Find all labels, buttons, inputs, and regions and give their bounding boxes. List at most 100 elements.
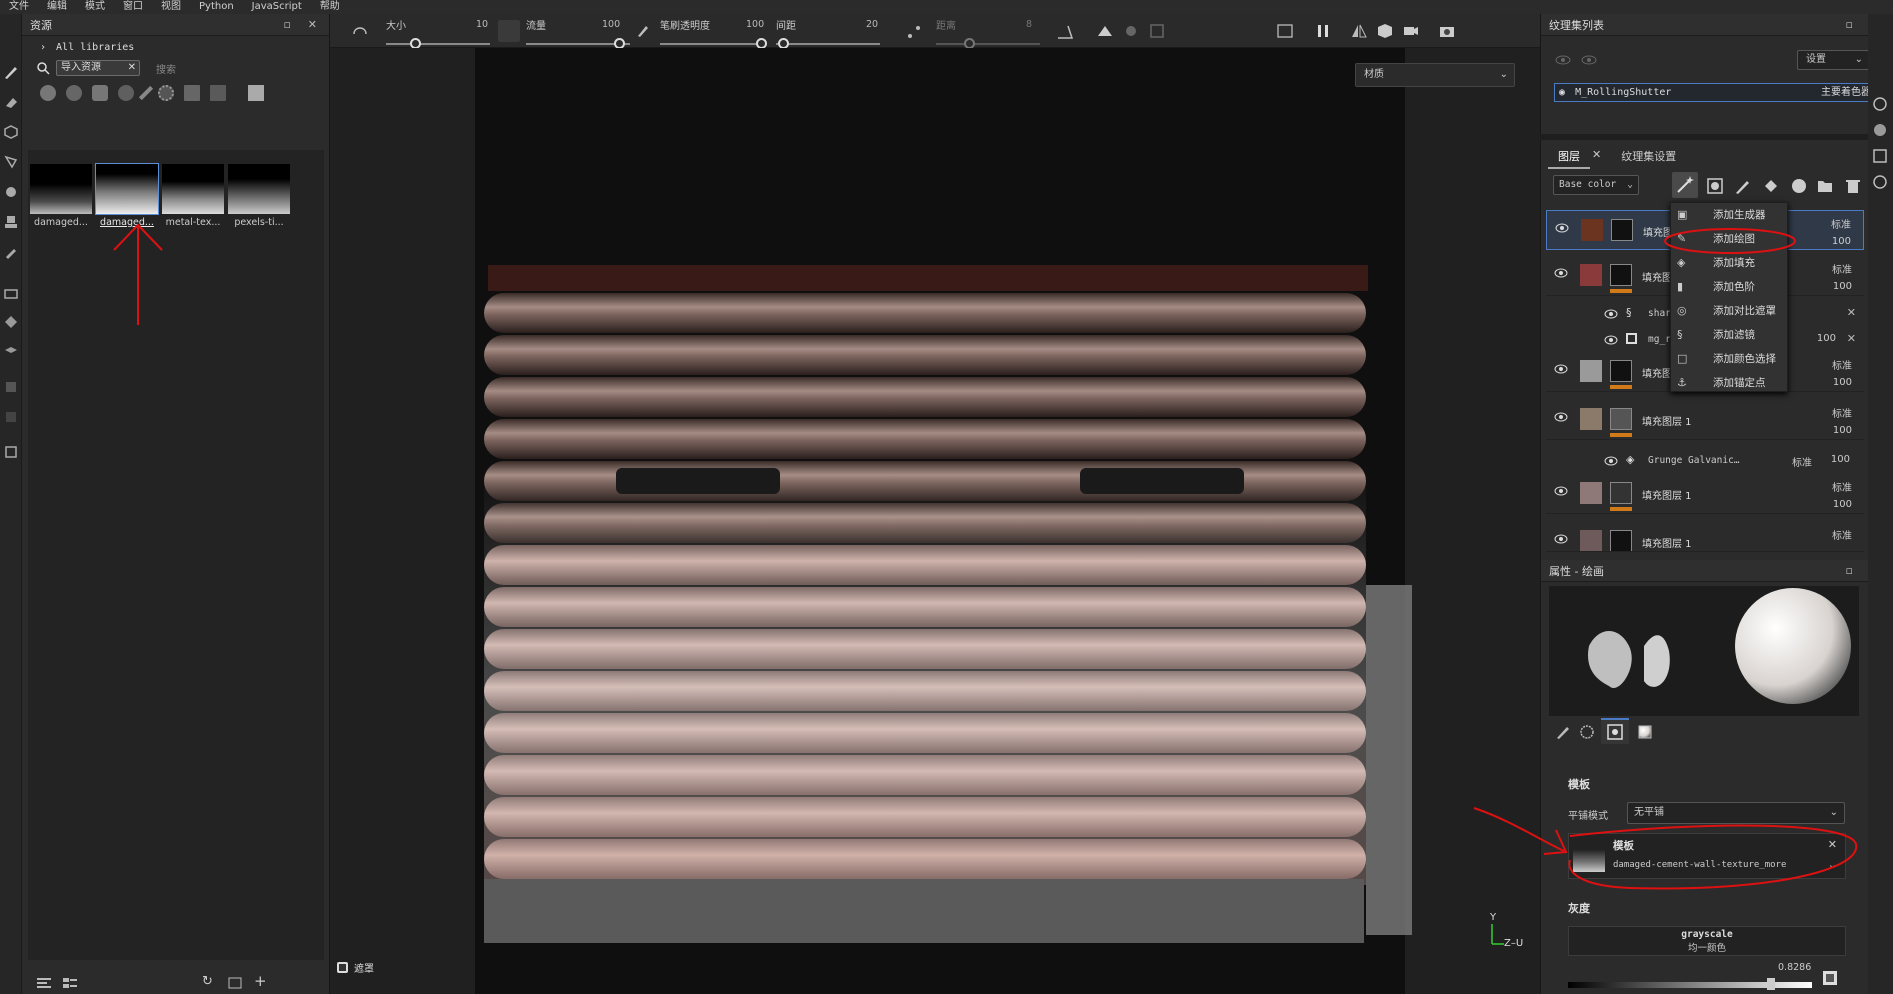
eye-icon[interactable]	[1554, 268, 1568, 278]
camera-video-icon[interactable]	[1402, 22, 1420, 40]
angle-icon[interactable]	[1056, 22, 1074, 40]
asset-thumbnail-selected[interactable]: damaged...	[95, 163, 159, 228]
layer-mask-thumbnail[interactable]	[1610, 408, 1632, 430]
polygon-fill-icon[interactable]	[3, 154, 19, 170]
shader-name[interactable]: 主要着色器	[1821, 84, 1871, 101]
search-filter-chip[interactable]: 导入资源 ✕	[56, 60, 140, 76]
screenshot-camera-icon[interactable]	[1438, 22, 1456, 40]
menu-item-add-anchor-point[interactable]: ⚓ 添加锚定点	[1671, 371, 1787, 395]
tab-layers[interactable]: 图层	[1548, 145, 1590, 169]
effect-row[interactable]: ◈ Grunge Galvanic… 标准 100	[1600, 449, 1864, 473]
symmetry-icon[interactable]	[1096, 22, 1114, 40]
material-filter-icon[interactable]	[40, 85, 56, 101]
channel-dropdown[interactable]: Base color ⌄	[1553, 175, 1639, 195]
symmetry-mirror-icon[interactable]	[1350, 22, 1368, 40]
layer-mask-thumbnail[interactable]	[1610, 530, 1632, 551]
smart-material-filter-icon[interactable]	[66, 85, 82, 101]
close-icon[interactable]: ✕	[128, 61, 136, 75]
texture-filter-icon[interactable]	[92, 85, 108, 101]
add-fill-layer-icon[interactable]	[1762, 177, 1780, 195]
eye-icon[interactable]	[1555, 223, 1569, 233]
grayscale-resource-slot[interactable]: grayscale 均一颜色	[1568, 926, 1846, 956]
size-slider[interactable]	[386, 43, 490, 45]
layer-opacity[interactable]: 100	[1833, 499, 1852, 510]
menu-item-add-compare-mask[interactable]: ◎ 添加对比遮罩	[1671, 299, 1787, 323]
close-icon[interactable]: ✕	[1847, 306, 1856, 319]
size-pen-pressure-button[interactable]	[498, 20, 520, 42]
eye-icon[interactable]	[1604, 335, 1618, 345]
paint-brush-icon[interactable]	[3, 64, 19, 80]
layer-mask-thumbnail[interactable]	[1610, 264, 1632, 286]
opacity-pen-icon[interactable]	[636, 24, 650, 38]
asset-thumbnail[interactable]: damaged...	[30, 164, 92, 228]
layer-row[interactable]: 填充图层 1 标准 100	[1546, 400, 1864, 440]
list-view-icon[interactable]	[36, 976, 52, 990]
eye-icon[interactable]	[1554, 486, 1568, 496]
layer-opacity[interactable]: 100	[1833, 281, 1852, 292]
layer-mask-thumbnail[interactable]	[1611, 219, 1633, 241]
menu-item-add-color-selection[interactable]: □ 添加颜色选择	[1671, 347, 1787, 371]
mask-toggle[interactable]: 遮罩	[337, 960, 374, 975]
settings-dropdown[interactable]: 设置 ⌄	[1797, 50, 1869, 70]
menu-item-add-levels[interactable]: ▮ 添加色阶	[1671, 275, 1787, 299]
eye-icon[interactable]	[1604, 456, 1618, 466]
layer-blend-mode[interactable]: 标准	[1832, 527, 1852, 542]
color-picker-icon[interactable]	[1822, 970, 1838, 986]
layer-blend-mode[interactable]: 标准	[1832, 261, 1852, 276]
id-picker-icon[interactable]	[3, 344, 19, 360]
menu-window[interactable]: 窗口	[114, 0, 152, 14]
flow-value[interactable]: 100	[602, 19, 620, 30]
jitter-icon[interactable]	[906, 24, 922, 40]
stroke-opacity-value[interactable]: 100	[746, 19, 764, 30]
ruler-icon[interactable]	[3, 379, 19, 395]
color-picker-icon[interactable]	[3, 244, 19, 260]
close-icon[interactable]: ✕	[1847, 332, 1856, 345]
menu-mode[interactable]: 模式	[76, 0, 114, 14]
menu-view[interactable]: 视图	[152, 0, 190, 14]
environment-filter-icon[interactable]	[210, 85, 226, 101]
asset-thumbnail[interactable]: metal-tex...	[162, 164, 224, 228]
effect-blend-mode[interactable]: 标准	[1792, 454, 1812, 469]
transform-icon[interactable]	[3, 409, 19, 425]
tab-texture-set-settings[interactable]: 纹理集设置	[1611, 145, 1686, 169]
detail-view-icon[interactable]	[62, 976, 78, 990]
new-folder-icon[interactable]	[228, 976, 242, 990]
stroke-opacity-slider[interactable]	[660, 43, 766, 45]
layer-blend-mode[interactable]: 标准	[1831, 216, 1851, 231]
search-input[interactable]: 搜索	[156, 61, 176, 76]
layer-opacity[interactable]: 100	[1833, 425, 1852, 436]
grid-view-icon[interactable]	[248, 85, 264, 101]
layer-blend-mode[interactable]: 标准	[1832, 357, 1852, 372]
add-effect-button[interactable]	[1672, 172, 1698, 198]
material-tab-icon[interactable]	[1637, 724, 1653, 740]
mask-filter-icon[interactable]	[118, 85, 134, 101]
lazy-mouse-icon[interactable]	[350, 22, 370, 40]
float-panel-icon[interactable]: ▫	[284, 18, 291, 31]
brush-tab-icon[interactable]	[1555, 724, 1571, 740]
menu-javascript[interactable]: JavaScript	[243, 0, 311, 14]
close-icon[interactable]: ✕	[308, 18, 317, 31]
close-icon[interactable]: ✕	[1590, 145, 1611, 169]
spacing-value[interactable]: 20	[866, 19, 878, 30]
layer-blend-mode[interactable]: 标准	[1832, 405, 1852, 420]
texture-set-row[interactable]: ◉ M_RollingShutter 主要着色器	[1554, 83, 1878, 102]
bake-icon[interactable]	[3, 284, 19, 300]
asset-thumbnail[interactable]: pexels-ti...	[228, 164, 290, 228]
layer-mask-thumbnail[interactable]	[1610, 360, 1632, 382]
menu-item-add-generator[interactable]: ▣ 添加生成器	[1671, 203, 1787, 227]
add-smart-material-icon[interactable]	[1790, 177, 1808, 195]
shader-settings-icon[interactable]	[1872, 174, 1888, 190]
grayscale-slider-handle[interactable]	[1767, 978, 1775, 990]
distance-value[interactable]: 8	[1026, 19, 1032, 30]
display-settings-shelf-icon[interactable]	[1872, 148, 1888, 164]
clone-stamp-icon[interactable]	[3, 214, 19, 230]
effect-opacity[interactable]: 100	[1831, 454, 1850, 465]
delete-icon[interactable]	[1844, 177, 1862, 195]
menu-item-add-filter[interactable]: § 添加滤镜	[1671, 323, 1787, 347]
eye-icon[interactable]	[1554, 534, 1568, 544]
brush-filter-icon[interactable]	[138, 85, 154, 101]
stencil-tab[interactable]	[1601, 718, 1629, 744]
rolling-shutter-model[interactable]	[480, 265, 1412, 945]
effect-opacity[interactable]: 100	[1817, 333, 1836, 344]
geometry-mask-icon[interactable]	[3, 314, 19, 330]
